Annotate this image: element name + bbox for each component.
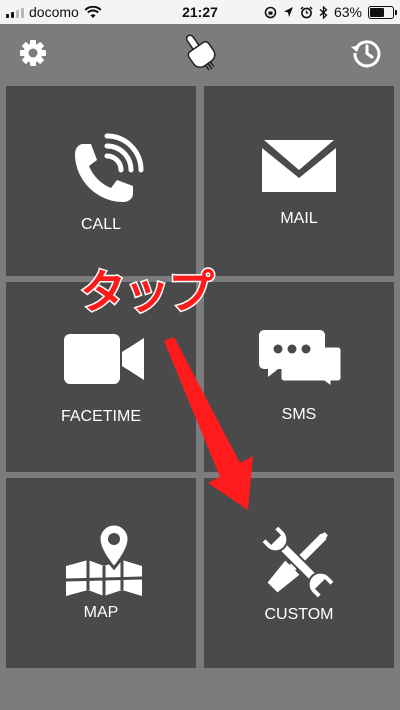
map-label: MAP [83,604,119,621]
toolbar [0,24,400,82]
status-right: 63% [264,4,397,20]
alarm-icon [300,5,313,18]
wrench-screwdriver-icon [259,523,337,601]
video-camera-icon [64,334,144,384]
history-button[interactable] [350,36,384,70]
call-tile[interactable]: CALL [6,86,196,276]
battery-percent: 63% [333,4,362,20]
call-label: CALL [80,216,122,233]
phone-icon [75,133,144,202]
mail-label: MAIL [280,210,318,227]
arrow-icon [164,337,253,510]
bluetooth-icon [319,5,328,19]
battery-fill [370,7,384,17]
mail-tile[interactable]: MAIL [204,86,394,276]
map-pin-icon [65,522,143,596]
history-icon [351,40,381,68]
location-icon [283,7,293,17]
bottom-bar [0,672,400,710]
hand-touch-button[interactable] [180,30,220,74]
custom-label: CUSTOM [264,606,334,623]
hand-touch-icon [185,34,216,71]
envelope-icon [262,140,336,192]
chat-bubbles-icon [259,330,342,388]
annotation-tap-text: タップ [79,264,216,321]
battery-icon [368,5,397,19]
settings-button[interactable] [16,36,50,70]
status-bar: docomo 21:27 63% [0,0,400,24]
gear-icon [20,40,46,66]
orientation-lock-icon [264,6,277,18]
